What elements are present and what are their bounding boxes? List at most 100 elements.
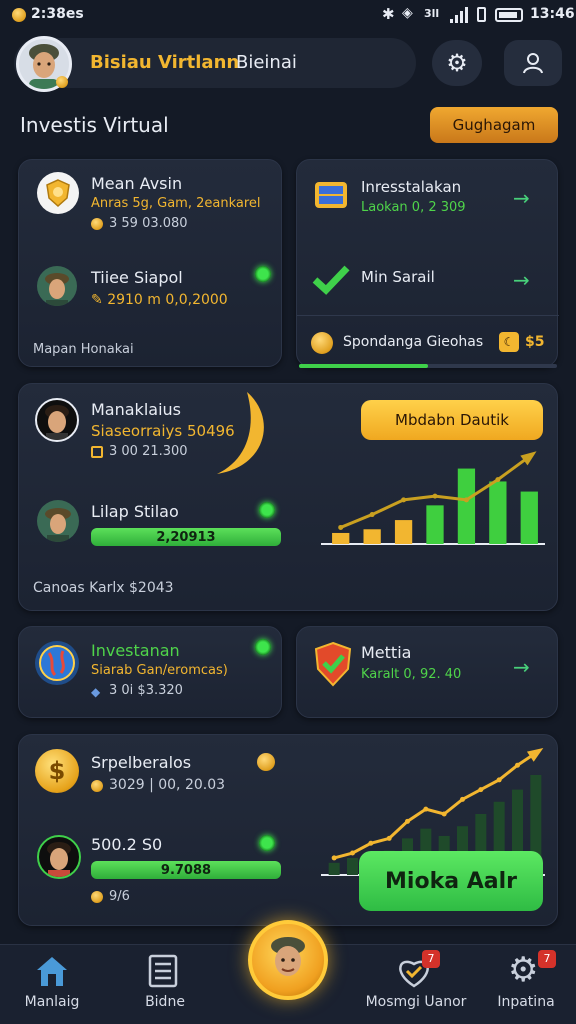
chart-bar — [489, 481, 507, 544]
card4-subtitle: Siarab Gan/eromcas) — [91, 663, 228, 678]
chart-point — [331, 855, 337, 861]
avatar — [37, 835, 81, 879]
green-gear-icon — [255, 639, 271, 655]
center-action-button[interactable] — [248, 920, 328, 1000]
progress-fill — [299, 364, 428, 368]
shield-medal-icon — [37, 172, 79, 214]
investment-card-4[interactable]: Investanan Siarab Gan/eromcas) ◆ 3 0i $3… — [18, 626, 282, 718]
chart-point — [368, 840, 374, 846]
signal-label-icon: 3ll — [424, 7, 440, 20]
green-gear-icon — [255, 266, 271, 282]
chart-point — [496, 777, 502, 783]
card5-subtitle: Karalt 0, 92. 40 — [361, 667, 462, 682]
card3-row2-title: Lilap Stilao — [91, 502, 179, 521]
nav-item-home[interactable]: Manlaig — [0, 950, 110, 1020]
chart-point — [495, 477, 501, 483]
bluetooth-icon: ✱ — [382, 5, 395, 23]
chart-callout: Mbdabn Dautik — [361, 400, 543, 440]
section-action-button[interactable]: Gughagam — [430, 107, 558, 143]
card-icon — [91, 446, 103, 458]
chart-bar — [457, 468, 476, 544]
coin-icon — [91, 218, 103, 230]
card5-title: Mettia — [361, 643, 412, 662]
chart-bar — [520, 491, 538, 544]
avatar — [37, 266, 77, 306]
chart-point — [423, 806, 429, 812]
chart-point — [460, 796, 465, 802]
avatar — [35, 398, 79, 442]
card3-footer: Canoas Karlx $2043 — [33, 580, 174, 596]
chart-point — [405, 818, 410, 824]
chart-point — [386, 835, 392, 841]
section-title: Investis Virtual — [20, 113, 169, 137]
nav-label-home: Manlaig — [24, 994, 80, 1010]
chart-point — [401, 497, 407, 503]
profile-bar[interactable]: Bisiau Virtlann Bieinai — [14, 36, 416, 92]
nav-item-messages[interactable]: 7 Mosmgi Uanor — [356, 950, 476, 1020]
card6-bar: 9.7088 — [91, 861, 281, 879]
chart-bar — [363, 529, 381, 544]
shield-check-icon — [314, 641, 352, 687]
coin-badge-icon: ☾ — [499, 332, 519, 352]
chart-trend-line — [333, 751, 537, 860]
nav-label-messages: Mosmgi Uanor — [365, 994, 467, 1010]
chart-bar — [328, 862, 340, 875]
nav-item-settings[interactable]: ⚙ 7 Inpatina — [476, 950, 576, 1020]
card1-row2-title: Tiiee Siapol — [91, 268, 183, 287]
progress-track — [299, 364, 557, 368]
chart-bar — [347, 857, 358, 875]
avatar — [37, 500, 79, 542]
chart-bar — [332, 532, 350, 544]
chart-point — [350, 850, 355, 856]
investment-card-5[interactable]: Mettia Karalt 0, 92. 40 → — [296, 626, 558, 718]
chart-point — [463, 497, 469, 503]
coin-icon — [91, 780, 103, 792]
wifi-icon: ◈ — [402, 5, 413, 21]
card4-title: Investanan — [91, 641, 180, 660]
user-name: Bisiau Virtlann — [90, 52, 240, 73]
divider — [297, 315, 559, 316]
cta-button[interactable]: Mioka Aalr — [359, 851, 543, 911]
card2-footer: Spondanga Gieohas — [343, 334, 484, 350]
investment-card-2[interactable]: Inresstalakan Laokan 0, 2 309 → Min Sara… — [296, 159, 559, 368]
card1-footer: Mapan Honakai — [33, 342, 134, 357]
investment-card-3[interactable]: Manaklaius Siaseorraiys 50496 3 00 21.30… — [18, 383, 558, 611]
arrow-right-icon[interactable]: → — [513, 655, 530, 679]
chart-point — [526, 454, 532, 460]
signal-icon — [450, 7, 468, 23]
card6-row2-title: 500.2 S0 — [91, 835, 163, 854]
card6-value: 3029 | 00, 20.03 — [109, 777, 226, 793]
chart-point — [478, 787, 484, 793]
status-bar: 2:38es ✱ ◈ 3ll 13:46 — [0, 0, 576, 30]
card3-value: 3 00 21.300 — [109, 444, 188, 459]
status-time-left: 2:38es — [31, 6, 84, 22]
arrow-right-icon[interactable]: → — [513, 268, 530, 292]
card2-title: Inresstalakan — [361, 178, 462, 196]
notification-badge: 7 — [422, 950, 440, 968]
chart-bar — [426, 505, 444, 544]
globe-icon — [35, 641, 79, 685]
pencil-icon: ✎ — [91, 292, 108, 308]
checkmark-icon — [311, 262, 351, 296]
card4-value: 3 0i $3.320 — [109, 683, 183, 698]
card1-subtitle: Anras 5g, Gam, 2eankarel — [91, 196, 261, 211]
settings-button[interactable]: ⚙ — [432, 40, 482, 86]
nav-label-portfolio: Bidne — [145, 994, 185, 1010]
stack-icon: ◆ — [91, 685, 101, 699]
avatar-face-icon — [271, 937, 305, 976]
investment-card-6[interactable]: $ Srpelberalos 3029 | 00, 20.03 500.2 S0… — [18, 734, 558, 926]
green-gear-icon — [259, 835, 275, 851]
gear-icon: ⚙ — [446, 49, 468, 77]
user-name-suffix: Bieinai — [236, 52, 297, 73]
card1-value: 3 59 03.080 — [109, 216, 188, 231]
investment-card-1[interactable]: Mean Avsin Anras 5g, Gam, 2eankarel 3 59… — [18, 159, 282, 367]
coin-icon — [12, 8, 26, 22]
battery-icon — [495, 8, 523, 22]
profile-button[interactable] — [504, 40, 562, 86]
card1-title: Mean Avsin — [91, 174, 183, 193]
card3-title: Manaklaius — [91, 400, 181, 419]
nav-item-portfolio[interactable]: Bidne — [110, 950, 220, 1020]
document-icon — [148, 954, 178, 988]
chart-point — [515, 762, 520, 768]
arrow-right-icon[interactable]: → — [513, 186, 530, 210]
